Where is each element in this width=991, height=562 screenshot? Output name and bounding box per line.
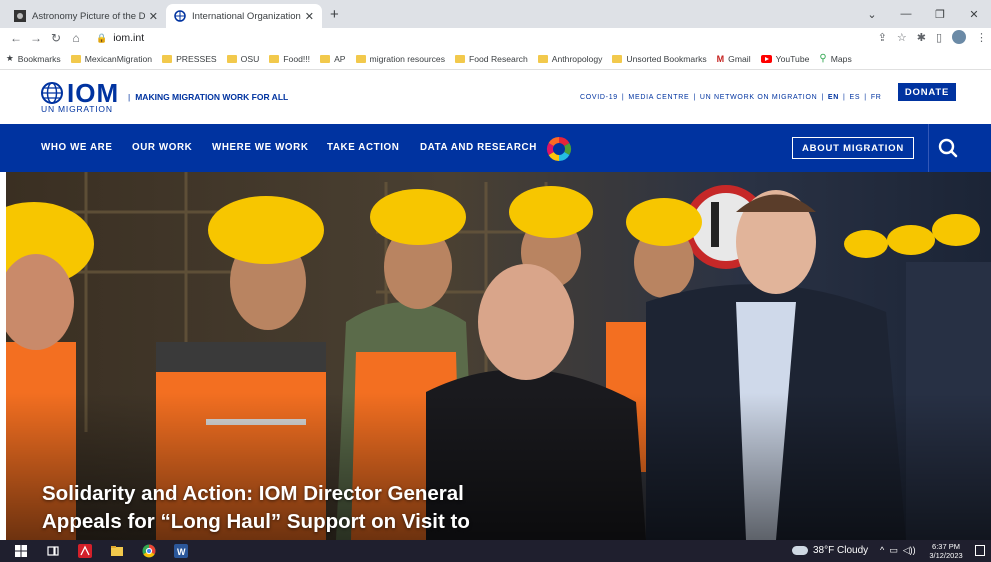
logo-subtext: UN MIGRATION bbox=[41, 104, 113, 114]
folder-icon bbox=[612, 54, 623, 63]
tab-title: International Organization for M bbox=[192, 10, 301, 22]
back-icon[interactable]: ← bbox=[6, 31, 26, 45]
profile-avatar[interactable] bbox=[952, 30, 966, 44]
system-tray: ^ ▭ ◁)) bbox=[880, 545, 916, 556]
folder-icon bbox=[455, 54, 465, 63]
un-globe-icon bbox=[41, 82, 63, 104]
tab-iom[interactable]: International Organization for M ✕ bbox=[166, 4, 322, 28]
folder-icon bbox=[226, 54, 237, 63]
restore-icon[interactable]: ❐ bbox=[923, 8, 957, 21]
battery-icon[interactable]: ▭ bbox=[889, 545, 898, 556]
youtube-icon bbox=[760, 54, 772, 63]
link-covid[interactable]: COVID-19 bbox=[580, 94, 618, 101]
file-explorer-icon[interactable] bbox=[110, 544, 124, 558]
forward-icon[interactable]: → bbox=[26, 31, 46, 45]
iom-favicon-icon bbox=[174, 10, 186, 22]
tray-chevron-up-icon[interactable]: ^ bbox=[880, 545, 884, 556]
url-text: iom.int bbox=[113, 32, 145, 44]
bookmark-item[interactable]: PRESSES bbox=[162, 54, 217, 64]
windows-taskbar: W 38°F Cloudy ^ ▭ ◁)) 6:37 PM 3/12/2023 bbox=[0, 540, 991, 562]
word-icon[interactable]: W bbox=[174, 544, 188, 558]
close-tab-icon[interactable]: ✕ bbox=[149, 10, 158, 23]
lang-es[interactable]: ES bbox=[850, 94, 861, 101]
bookmark-item[interactable]: migration resources bbox=[355, 54, 445, 64]
hero-banner[interactable]: Solidarity and Action: IOM Director Gene… bbox=[6, 172, 991, 540]
nav-take-action[interactable]: TAKE ACTION bbox=[327, 142, 399, 153]
browser-tab-bar: Astronomy Picture of the Day ✕ Internati… bbox=[0, 0, 991, 28]
nav-data-and-research[interactable]: DATA AND RESEARCH bbox=[420, 142, 537, 153]
reload-icon[interactable]: ↻ bbox=[46, 31, 66, 45]
nav-our-work[interactable]: OUR WORK bbox=[132, 142, 192, 153]
notification-center-icon[interactable] bbox=[975, 545, 985, 556]
bookmark-item[interactable]: M Gmail bbox=[717, 54, 751, 64]
site-tagline: | MAKING MIGRATION WORK FOR ALL bbox=[128, 92, 289, 102]
menu-kebab-icon[interactable]: ⋮ bbox=[976, 31, 987, 44]
sdg-wheel-icon[interactable] bbox=[546, 136, 572, 162]
lang-fr[interactable]: FR bbox=[871, 94, 882, 101]
minimize-icon[interactable]: — bbox=[889, 8, 923, 20]
folder-icon bbox=[355, 54, 366, 63]
toolbar-actions: ⇪ ☆ ✱ ▯ ⋮ bbox=[878, 30, 987, 44]
bookmark-item[interactable]: Food!!! bbox=[269, 54, 310, 64]
bookmark-star-icon[interactable]: ☆ bbox=[897, 31, 907, 44]
maps-icon: ⚲ bbox=[819, 53, 827, 64]
nav-where-we-work[interactable]: WHERE WE WORK bbox=[212, 142, 309, 153]
folder-icon bbox=[269, 54, 280, 63]
extensions-icon[interactable]: ✱ bbox=[917, 31, 926, 44]
bookmark-item[interactable]: Unsorted Bookmarks bbox=[612, 54, 707, 64]
link-media-centre[interactable]: MEDIA CENTRE bbox=[628, 94, 689, 101]
donate-button[interactable]: DONATE bbox=[898, 83, 956, 101]
window-controls: ⌄ — ❐ ✕ bbox=[855, 0, 991, 28]
main-navigation: WHO WE ARE OUR WORK WHERE WE WORK TAKE A… bbox=[0, 124, 991, 172]
bookmark-item[interactable]: ⚲ Maps bbox=[819, 53, 851, 64]
chrome-icon[interactable] bbox=[142, 544, 156, 558]
browser-toolbar: ← → ↻ ⌂ 🔒 iom.int ⇪ ☆ ✱ ▯ ⋮ bbox=[0, 28, 991, 48]
bookmarks-bar: ★ Bookmarks MexicanMigration PRESSES OSU … bbox=[0, 48, 991, 70]
task-view-icon[interactable] bbox=[46, 544, 60, 558]
site-header: IOM UN MIGRATION | MAKING MIGRATION WORK … bbox=[0, 70, 991, 124]
tab-title: Astronomy Picture of the Day bbox=[32, 10, 145, 22]
apod-favicon-icon bbox=[14, 10, 26, 22]
nav-divider bbox=[928, 124, 929, 172]
svg-text:W: W bbox=[177, 547, 186, 557]
bookmark-item[interactable]: AP bbox=[320, 54, 346, 64]
bookmark-item[interactable]: ★ Bookmarks bbox=[6, 53, 61, 64]
bookmark-item[interactable]: OSU bbox=[226, 54, 259, 64]
hero-headline[interactable]: Solidarity and Action: IOM Director Gene… bbox=[42, 480, 602, 536]
bookmark-item[interactable]: MexicanMigration bbox=[70, 54, 152, 64]
cloud-icon bbox=[792, 546, 808, 555]
acrobat-icon[interactable] bbox=[78, 544, 92, 558]
lang-en[interactable]: EN bbox=[828, 94, 839, 101]
folder-icon bbox=[320, 54, 331, 63]
folder-icon bbox=[162, 54, 173, 63]
windows-start-icon[interactable] bbox=[14, 544, 28, 558]
tab-astronomy[interactable]: Astronomy Picture of the Day ✕ bbox=[6, 4, 166, 28]
gmail-icon: M bbox=[716, 53, 725, 64]
bookmark-item[interactable]: YouTube bbox=[760, 54, 809, 64]
lock-icon[interactable]: 🔒 bbox=[96, 33, 107, 44]
share-icon[interactable]: ⇪ bbox=[878, 31, 887, 44]
bookmark-item[interactable]: Food Research bbox=[455, 54, 528, 64]
home-icon[interactable]: ⌂ bbox=[66, 31, 86, 45]
address-bar[interactable]: 🔒 iom.int bbox=[96, 29, 876, 47]
weather-widget[interactable]: 38°F Cloudy bbox=[792, 545, 868, 556]
side-panel-icon[interactable]: ▯ bbox=[936, 31, 942, 44]
search-icon[interactable] bbox=[936, 136, 960, 160]
taskbar-clock[interactable]: 6:37 PM 3/12/2023 bbox=[924, 542, 968, 560]
utility-links: COVID-19 | MEDIA CENTRE | UN NETWORK ON … bbox=[580, 94, 882, 101]
nav-who-we-are[interactable]: WHO WE ARE bbox=[41, 142, 113, 153]
link-un-network[interactable]: UN NETWORK ON MIGRATION bbox=[700, 94, 817, 101]
logo-wordmark: IOM bbox=[67, 78, 120, 108]
close-tab-icon[interactable]: ✕ bbox=[305, 10, 314, 23]
bookmark-item[interactable]: Anthropology bbox=[537, 54, 602, 64]
new-tab-icon[interactable]: + bbox=[330, 6, 339, 23]
tab-search-icon[interactable]: ⌄ bbox=[855, 8, 889, 21]
close-window-icon[interactable]: ✕ bbox=[957, 8, 991, 21]
about-migration-button[interactable]: ABOUT MIGRATION bbox=[792, 137, 914, 159]
folder-icon bbox=[537, 54, 548, 63]
iom-logo[interactable]: IOM bbox=[40, 78, 120, 108]
volume-icon[interactable]: ◁)) bbox=[903, 545, 916, 556]
star-icon: ★ bbox=[6, 53, 14, 63]
folder-icon bbox=[70, 54, 81, 63]
